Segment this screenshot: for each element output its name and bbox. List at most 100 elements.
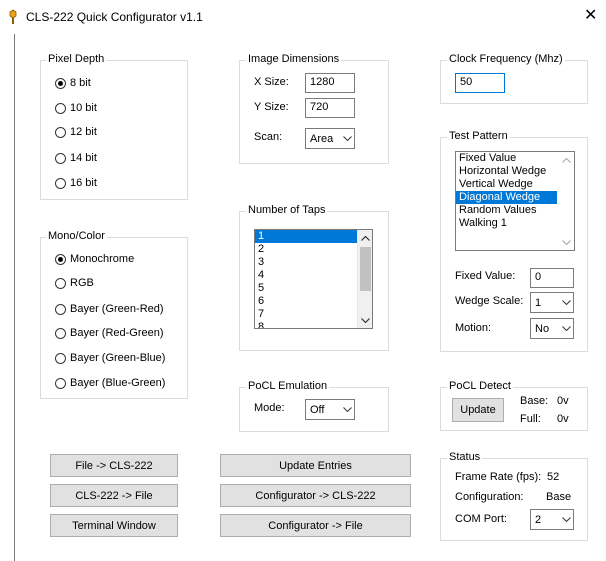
update-entries-button[interactable]: Update Entries (220, 454, 411, 477)
com-port-label: COM Port: (455, 513, 507, 525)
pocl-emulation-title: PoCL Emulation (246, 380, 330, 392)
scan-label: Scan: (254, 131, 283, 143)
configurator-to-file-button[interactable]: Configurator -> File (220, 514, 411, 537)
taps-listbox[interactable]: 1 2 3 4 5 6 7 8 (254, 229, 373, 329)
scan-select[interactable]: Area (305, 128, 355, 149)
test-pattern-listbox[interactable]: Fixed Value Horizontal Wedge Vertical We… (455, 151, 575, 251)
y-size-label: Y Size: (254, 101, 289, 113)
pocl-detect-title: PoCL Detect (447, 380, 513, 392)
chevron-down-icon (560, 319, 573, 338)
mono-color-rgb-radio[interactable]: RGB (55, 277, 94, 289)
pixel-depth-title: Pixel Depth (46, 53, 107, 65)
pixel-depth-14bit-radio[interactable]: 14 bit (55, 152, 97, 164)
radio-dot (55, 327, 66, 339)
pixel-depth-8bit-radio[interactable]: 8 bit (55, 77, 91, 89)
mono-color-bayer-red-green-radio[interactable]: Bayer (Red-Green) (55, 327, 164, 339)
pixel-depth-10bit-radio[interactable]: 10 bit (55, 102, 97, 114)
full-value: 0v (557, 413, 569, 425)
x-size-label: X Size: (254, 76, 289, 88)
taps-list-item[interactable]: 2 (255, 243, 372, 256)
test-pattern-list-item[interactable]: Horizontal Wedge (456, 165, 559, 178)
clock-frequency-title: Clock Frequency (Mhz) (447, 53, 565, 65)
configuration-value: Base (546, 491, 572, 503)
test-pattern-list-item[interactable]: Fixed Value (456, 152, 559, 165)
frame-rate-value: 52 (547, 471, 560, 483)
mode-select[interactable]: Off (305, 399, 355, 420)
test-pattern-scrollbar[interactable] (559, 152, 574, 250)
window-title: CLS-222 Quick Configurator v1.1 (26, 10, 203, 24)
chevron-down-icon (341, 400, 354, 419)
motion-select[interactable]: No (530, 318, 574, 339)
mono-color-bayer-green-red-radio[interactable]: Bayer (Green-Red) (55, 303, 164, 315)
test-pattern-list-item[interactable]: Vertical Wedge (456, 178, 559, 191)
file-to-cls-button[interactable]: File -> CLS-222 (50, 454, 178, 477)
wedge-scale-value: 1 (535, 296, 542, 309)
mode-value: Off (310, 403, 325, 416)
scroll-down-icon[interactable] (358, 312, 372, 328)
radio-dot (55, 77, 66, 89)
x-size-input[interactable]: 1280 (305, 73, 355, 93)
pixel-depth-16bit-radio[interactable]: 16 bit (55, 177, 97, 189)
scroll-up-icon[interactable] (358, 230, 372, 246)
title-bar: CLS-222 Quick Configurator v1.1 ✕ (0, 0, 606, 34)
taps-list-item[interactable]: 4 (255, 269, 372, 282)
mono-color-bayer-blue-green-radio[interactable]: Bayer (Blue-Green) (55, 377, 165, 389)
taps-scrollbar[interactable] (357, 230, 372, 328)
close-icon[interactable]: ✕ (584, 8, 597, 24)
chevron-down-icon (560, 293, 573, 312)
test-pattern-list-item[interactable]: Walking 1 (456, 217, 559, 230)
radio-dot (55, 102, 66, 114)
chevron-down-icon (560, 510, 573, 529)
wedge-scale-select[interactable]: 1 (530, 292, 574, 313)
full-label: Full: (520, 413, 541, 425)
test-pattern-list-item[interactable]: Diagonal Wedge (456, 191, 557, 204)
taps-list-item[interactable]: 5 (255, 282, 372, 295)
wedge-scale-label: Wedge Scale: (455, 295, 524, 307)
mode-label: Mode: (254, 402, 285, 414)
radio-dot (55, 277, 66, 289)
radio-dot (55, 253, 66, 265)
fixed-value-input[interactable]: 0 (530, 268, 574, 288)
test-pattern-list-item[interactable]: Random Values (456, 204, 559, 217)
scroll-thumb[interactable] (360, 247, 371, 291)
mono-color-title: Mono/Color (46, 230, 107, 242)
app-icon (9, 9, 17, 24)
cls-to-file-button[interactable]: CLS-222 -> File (50, 484, 178, 507)
taps-list-item[interactable]: 3 (255, 256, 372, 269)
scroll-down-icon[interactable] (559, 234, 574, 250)
taps-list-item[interactable]: 1 (255, 230, 357, 243)
pixel-depth-12bit-radio[interactable]: 12 bit (55, 126, 97, 138)
radio-dot (55, 303, 66, 315)
mono-color-monochrome-radio[interactable]: Monochrome (55, 253, 134, 265)
frame-rate-label: Frame Rate (fps): (455, 471, 542, 483)
status-title: Status (447, 451, 483, 463)
configuration-label: Configuration: (455, 491, 524, 503)
com-port-select[interactable]: 2 (530, 509, 574, 530)
clock-frequency-input[interactable]: 50 (455, 73, 505, 93)
image-dimensions-title: Image Dimensions (246, 53, 342, 65)
com-port-value: 2 (535, 513, 542, 526)
terminal-window-button[interactable]: Terminal Window (50, 514, 178, 537)
base-label: Base: (520, 395, 549, 407)
radio-dot (55, 352, 66, 364)
mono-color-bayer-green-blue-radio[interactable]: Bayer (Green-Blue) (55, 352, 165, 364)
radio-dot (55, 177, 66, 189)
scroll-up-icon[interactable] (559, 152, 574, 168)
scan-value: Area (310, 132, 334, 145)
motion-value: No (535, 322, 550, 335)
chevron-down-icon (341, 129, 354, 148)
taps-list-item[interactable]: 8 (255, 321, 372, 328)
y-size-input[interactable]: 720 (305, 98, 355, 118)
motion-label: Motion: (455, 322, 492, 334)
radio-dot (55, 377, 66, 389)
configurator-to-cls-button[interactable]: Configurator -> CLS-222 (220, 484, 411, 507)
fixed-value-label: Fixed Value: (455, 270, 516, 282)
base-value: 0v (557, 395, 569, 407)
radio-dot (55, 152, 66, 164)
pocl-update-button[interactable]: Update (452, 398, 504, 422)
radio-dot (55, 126, 66, 138)
number-of-taps-title: Number of Taps (246, 204, 328, 216)
taps-list-item[interactable]: 7 (255, 308, 372, 321)
test-pattern-title: Test Pattern (447, 130, 510, 142)
taps-list-item[interactable]: 6 (255, 295, 372, 308)
